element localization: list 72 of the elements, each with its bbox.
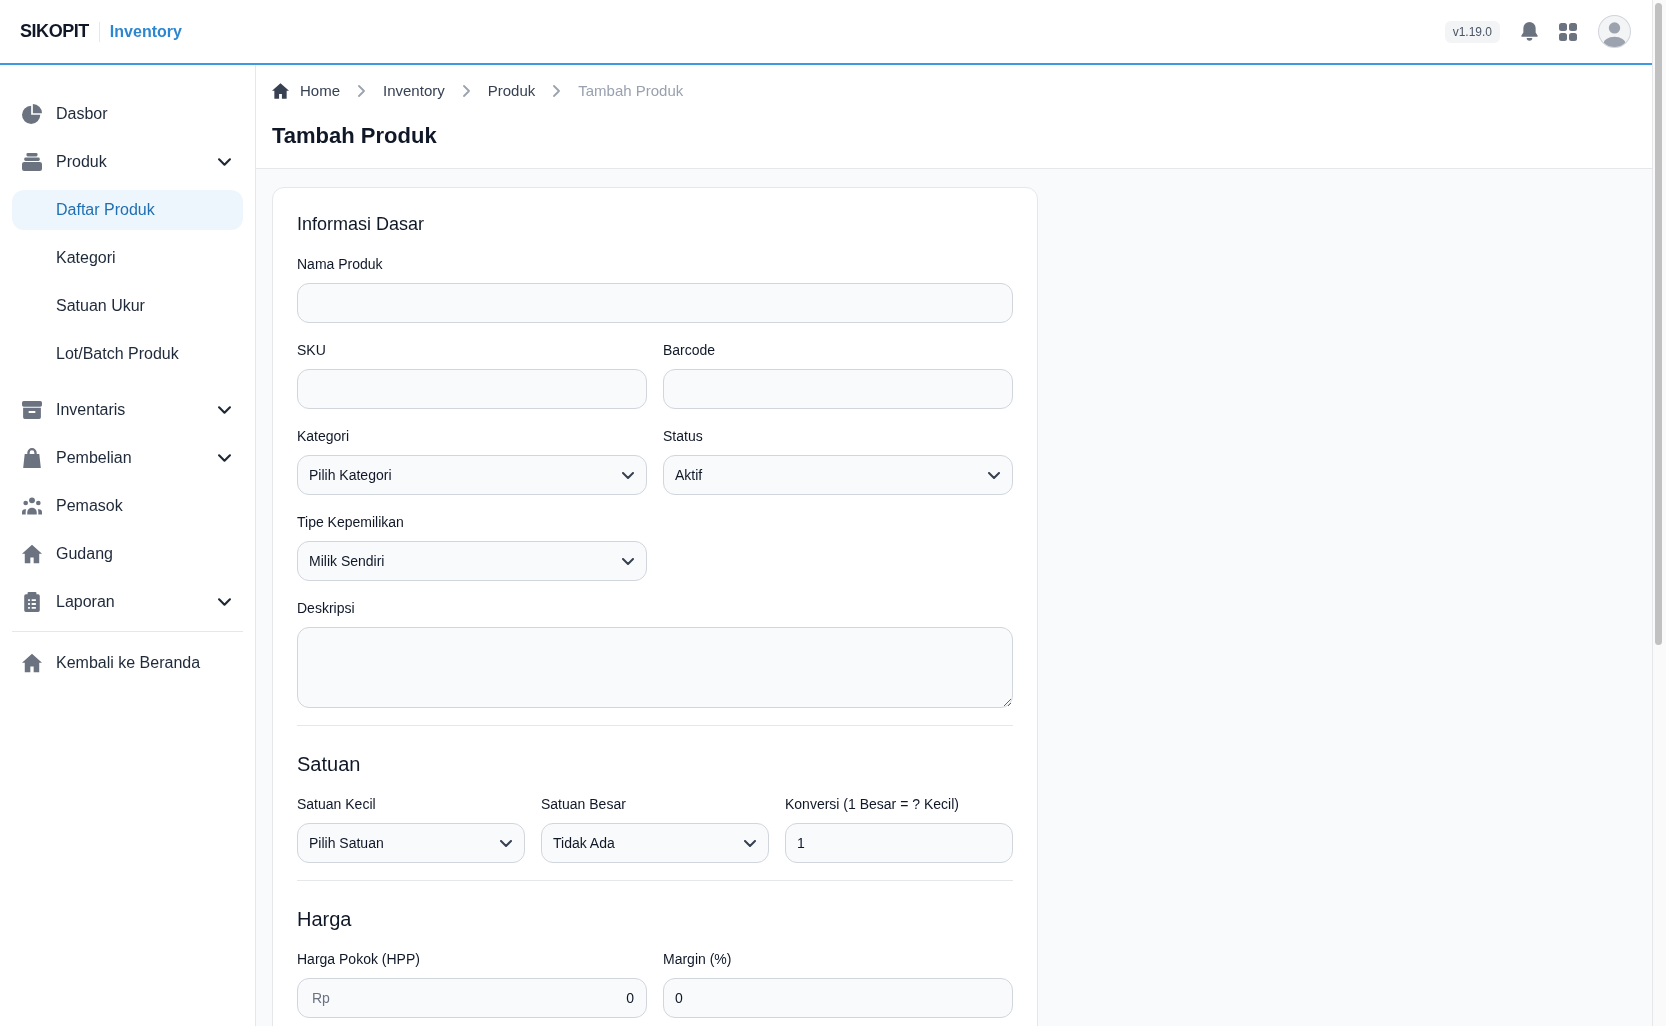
app-module-title: Inventory	[109, 21, 182, 42]
chevron-down-icon	[622, 557, 634, 565]
users-icon	[22, 496, 42, 516]
field-label: Konversi (1 Besar = ? Kecil)	[785, 795, 960, 814]
chevron-down-icon	[988, 471, 1000, 479]
chevron-down-icon	[744, 839, 756, 847]
field-label: Satuan Besar	[541, 795, 627, 814]
field-label: Harga Pokok (HPP)	[297, 950, 421, 969]
currency-field[interactable]: Rp 0	[297, 978, 647, 1018]
text-field[interactable]	[297, 369, 647, 409]
sidebar-item[interactable]: Pembelian	[12, 438, 243, 478]
bell-icon[interactable]	[1521, 22, 1538, 41]
breadcrumb-link[interactable]: Produk	[487, 79, 536, 103]
chevron-down-icon	[218, 454, 231, 462]
text-field[interactable]: 0	[663, 978, 1013, 1018]
breadcrumb-current: Tambah Produk	[578, 80, 684, 101]
select-field[interactable]: Pilih Satuan	[297, 823, 525, 863]
text-field[interactable]: 1	[785, 823, 1013, 863]
breadcrumb-link[interactable]: Inventory	[383, 79, 445, 103]
sidebar-subitem[interactable]: Lot/Batch Produk	[12, 334, 243, 374]
page-title: Tambah Produk	[272, 122, 438, 150]
field-label: Nama Produk	[297, 255, 384, 274]
grid-icon[interactable]	[1559, 22, 1577, 41]
chevron-down-icon	[218, 598, 231, 606]
sidebar-subitem[interactable]: Daftar Produk	[12, 190, 243, 230]
chevron-down-icon	[218, 158, 231, 166]
clipboard-icon	[22, 592, 42, 612]
sidebar-item[interactable]: Laporan	[12, 582, 243, 622]
field-label: Barcode	[663, 341, 717, 360]
archive-box-icon	[22, 400, 42, 420]
section-title: Satuan	[297, 752, 362, 777]
chevron-down-icon	[622, 471, 634, 479]
select-field[interactable]: Milik Sendiri	[297, 541, 647, 581]
sidebar-item[interactable]: Produk	[12, 142, 243, 182]
sidebar-item[interactable]: Gudang	[12, 534, 243, 574]
section-title: Informasi Dasar	[297, 213, 426, 236]
sidebar-item[interactable]: Pemasok	[12, 486, 243, 526]
chevron-right-icon	[462, 85, 470, 97]
textarea-field[interactable]	[297, 627, 1013, 708]
sidebar-subitem[interactable]: Kategori	[12, 238, 243, 278]
scrollbar-thumb[interactable]	[1655, 3, 1662, 645]
chevron-right-icon	[358, 85, 365, 97]
chevron-right-icon	[553, 85, 561, 97]
tray-stack-icon	[22, 152, 42, 172]
select-field[interactable]: Pilih Kategori	[297, 455, 647, 495]
text-field[interactable]	[297, 283, 1013, 323]
shopping-bag-icon	[22, 448, 42, 468]
house-icon	[272, 83, 289, 99]
chevron-down-icon	[218, 406, 231, 414]
sidebar-item[interactable]: Dasbor	[12, 94, 243, 134]
section-title: Harga	[297, 907, 353, 932]
field-label: Kategori	[297, 427, 351, 446]
house-icon	[22, 544, 42, 564]
sidebar-item[interactable]: Inventaris	[12, 390, 243, 430]
chevron-down-icon	[500, 839, 512, 847]
pie-chart-icon	[22, 104, 42, 124]
avatar-icon[interactable]	[1598, 15, 1631, 48]
breadcrumb-link[interactable]: Home	[272, 79, 340, 103]
field-label: Deskripsi	[297, 599, 356, 618]
app-logo: SIKOPIT	[20, 20, 89, 43]
house-icon	[22, 653, 42, 673]
field-label: SKU	[297, 341, 327, 360]
field-label: Status	[663, 427, 704, 446]
text-field[interactable]	[663, 369, 1013, 409]
field-label: Margin (%)	[663, 950, 733, 969]
field-label: Satuan Kecil	[297, 795, 377, 814]
select-field[interactable]: Tidak Ada	[541, 823, 769, 863]
version-badge: v1.19.0	[1444, 20, 1500, 43]
sidebar-item[interactable]: Kembali ke Beranda	[12, 643, 243, 683]
sidebar-subitem[interactable]: Satuan Ukur	[12, 286, 243, 326]
select-field[interactable]: Aktif	[663, 455, 1013, 495]
field-label: Tipe Kepemilikan	[297, 513, 405, 532]
